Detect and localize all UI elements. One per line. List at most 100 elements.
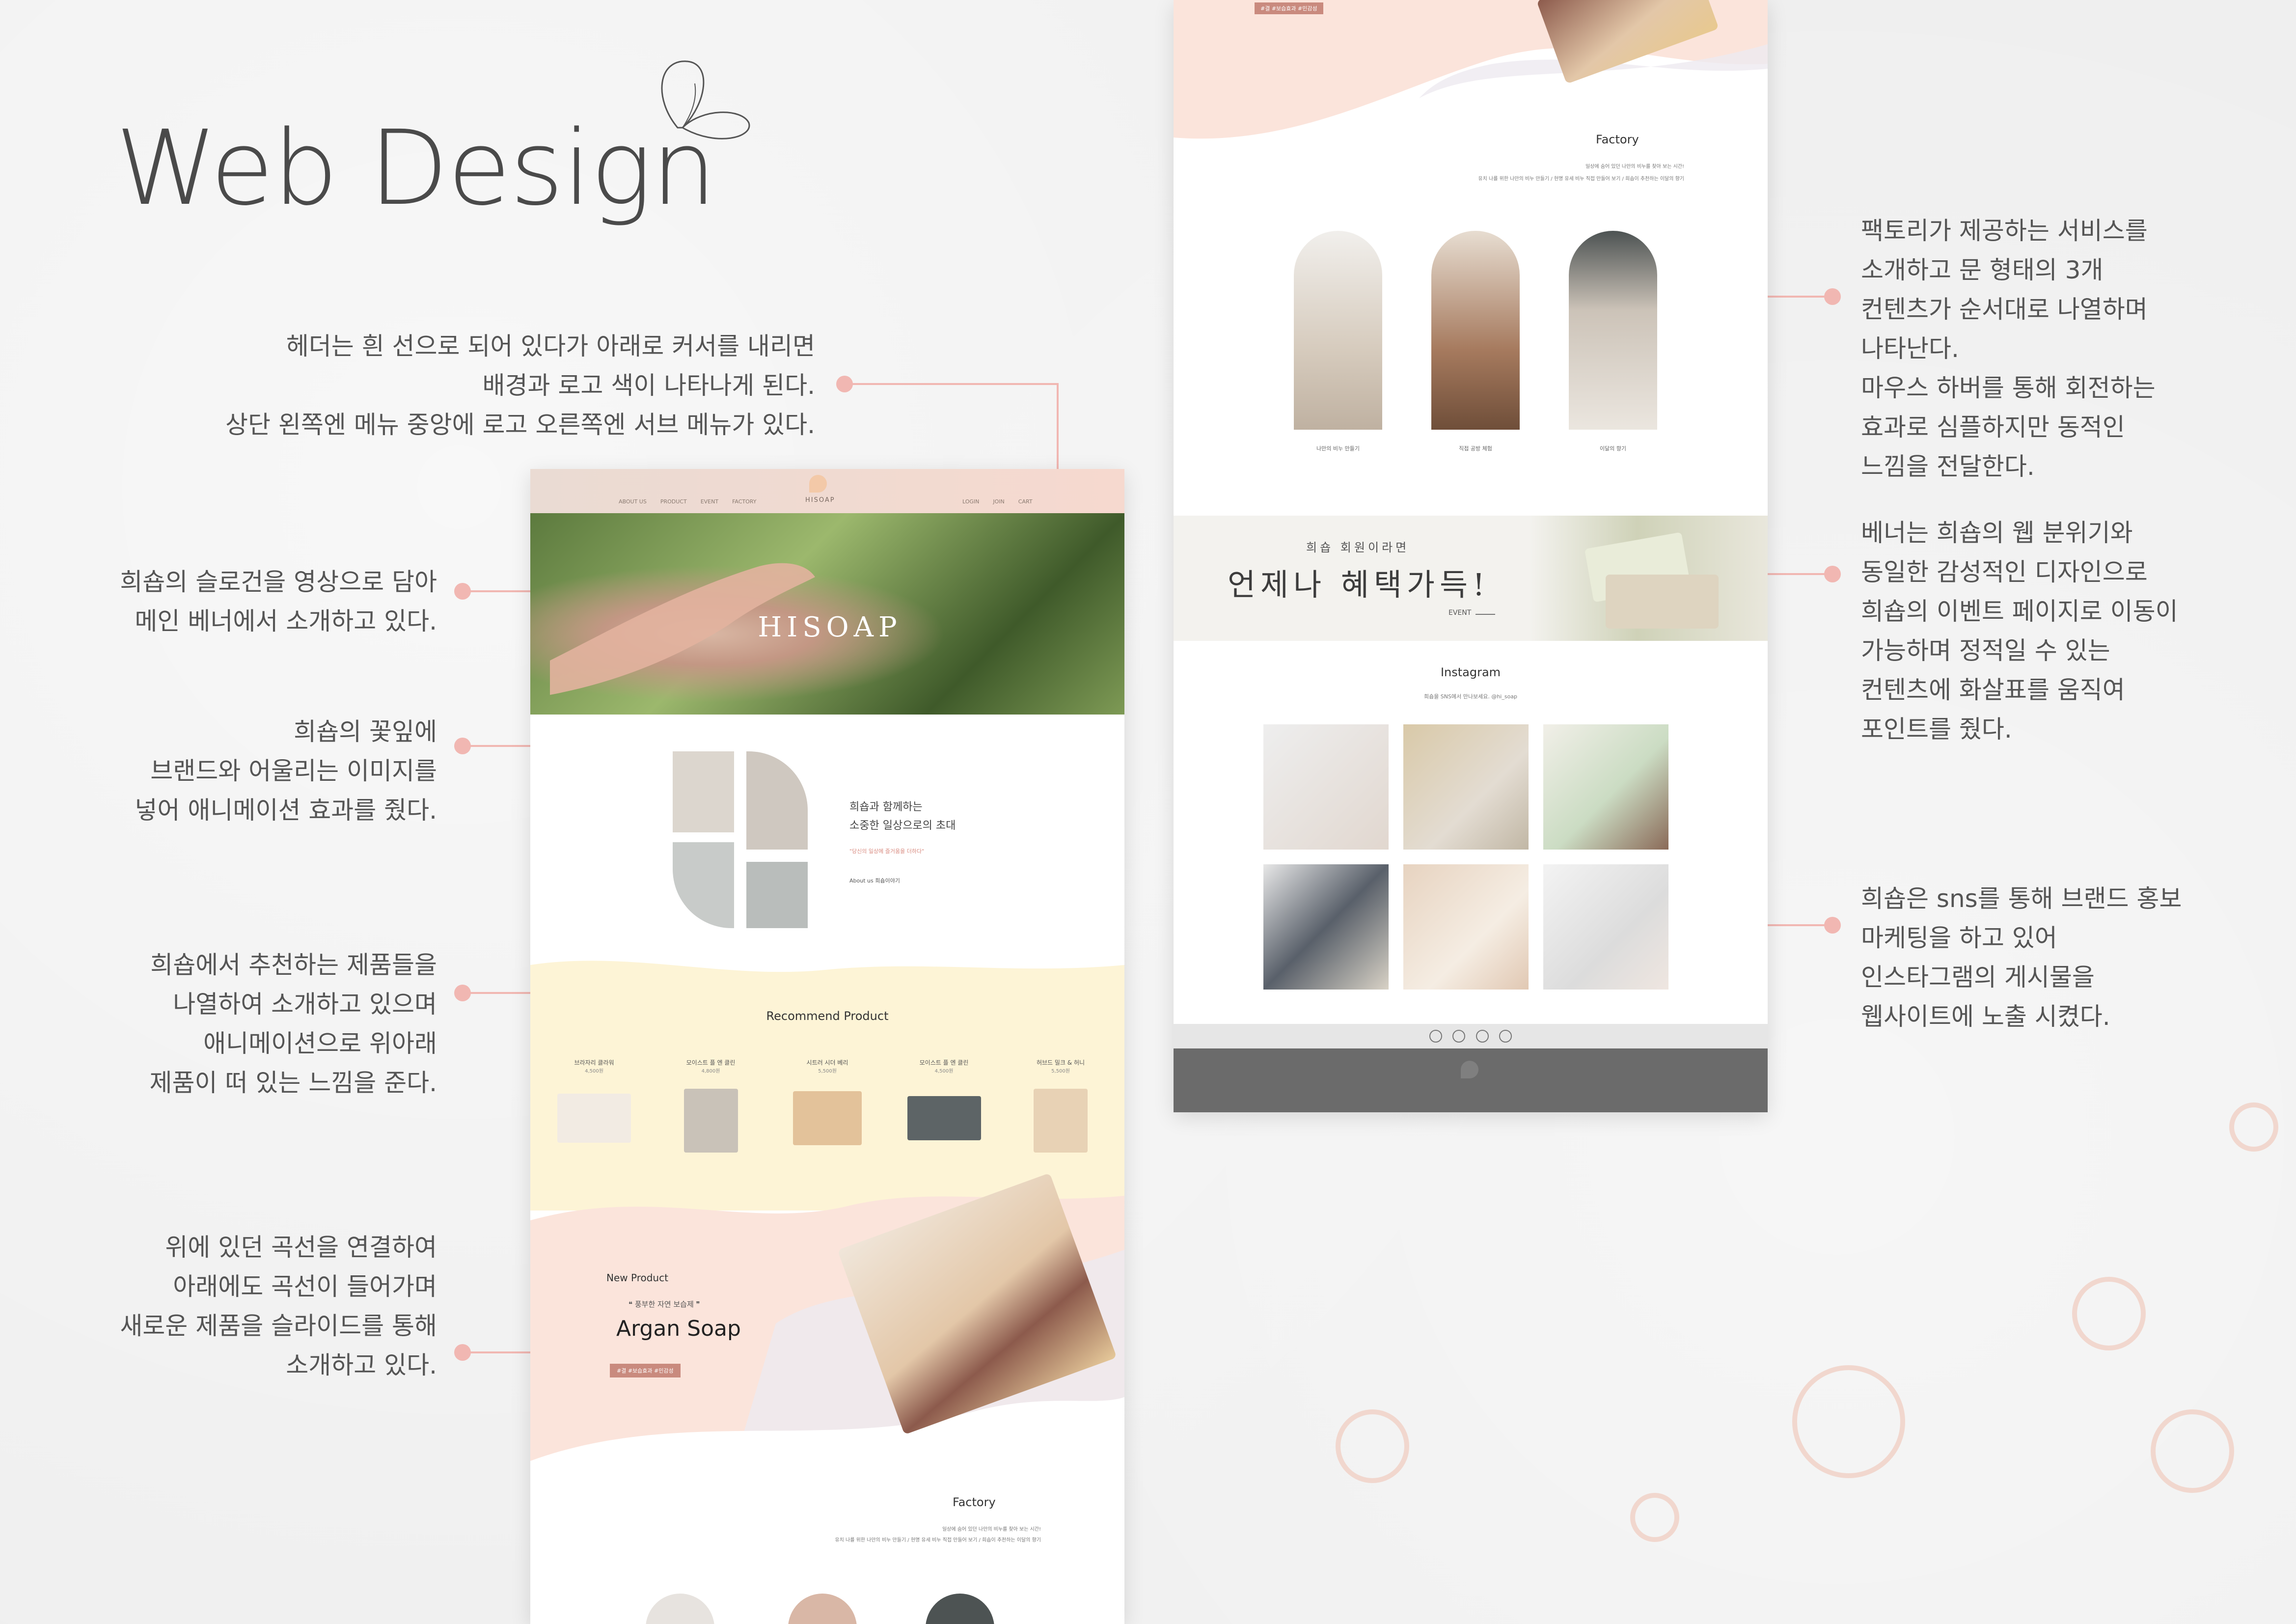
note-factory: 팩토리가 제공하는 서비스를 소개하고 문 형태의 3개 컨텐츠가 순서대로 나… xyxy=(1861,217,2156,481)
instagram-sub: 희숍을 SNS에서 만나보세요. @hi_soap xyxy=(1423,693,1518,700)
site-mockup-main: ABOUT US PRODUCT EVENT FACTORY HISOAP LO… xyxy=(530,469,1124,1624)
event-small-text: 희숍 회원이라면 xyxy=(1306,541,1410,554)
site-mockup-continued: #결 #보습효과 #민감성 Factory 일상에 숨어 있던 나만의 비누를 … xyxy=(1174,0,1768,1112)
note-event: 베너는 희숍의 웹 분위기와 동일한 감성적인 디자인으로 희숍의 이벤트 페이… xyxy=(1861,519,2178,743)
product-price: 5,500원 xyxy=(818,1069,837,1074)
instagram-post[interactable] xyxy=(1263,864,1389,990)
site-logo[interactable]: HISOAP xyxy=(805,496,835,504)
bubble-decoration xyxy=(2151,1409,2234,1493)
logo-icon[interactable] xyxy=(809,475,827,493)
product-price: 5,500원 xyxy=(1051,1069,1070,1074)
new-product-sub: ❝ 풍부한 자연 보습제 ❞ xyxy=(629,1300,700,1309)
product-name: 브라자리 클라워 xyxy=(574,1059,614,1066)
nav-about[interactable]: ABOUT US xyxy=(619,498,647,505)
product-image xyxy=(1034,1089,1088,1153)
factory-title: Factory xyxy=(1596,133,1639,146)
product-image xyxy=(907,1096,981,1140)
factory-arch-2 xyxy=(788,1594,857,1624)
facebook-icon[interactable] xyxy=(1499,1030,1512,1043)
sub-nav: LOGIN JOIN CART xyxy=(962,498,1033,505)
instagram-post[interactable] xyxy=(1403,724,1529,850)
factory-arch-2[interactable] xyxy=(1431,231,1520,430)
nav-login[interactable]: LOGIN xyxy=(962,498,979,505)
intro-link[interactable]: About us 희숍이야기 xyxy=(849,877,900,884)
nav-factory[interactable]: FACTORY xyxy=(732,498,756,505)
footer-logo-icon xyxy=(1461,1061,1478,1078)
blog-icon[interactable] xyxy=(1476,1030,1489,1043)
factory-arch-3 xyxy=(926,1594,994,1624)
factory-item-1[interactable]: 나만의 비누 만들기 xyxy=(1294,444,1382,452)
bubble-decoration xyxy=(2072,1277,2146,1350)
product-name: 모이스트 플 엔 클린 xyxy=(919,1059,969,1066)
site-header: ABOUT US PRODUCT EVENT FACTORY HISOAP LO… xyxy=(530,469,1124,513)
main-nav: ABOUT US PRODUCT EVENT FACTORY xyxy=(619,498,756,505)
factory-arch-3[interactable] xyxy=(1569,231,1657,430)
youtube-icon[interactable] xyxy=(1452,1030,1466,1043)
product-image xyxy=(683,1089,738,1153)
note-header: 헤더는 흰 선으로 되어 있다가 아래로 커서를 내리면 배경과 로고 색이 나… xyxy=(225,332,815,439)
soap-stack-image xyxy=(1606,575,1719,629)
product-card[interactable]: 모이스트 플 엔 클린 4,500원 xyxy=(900,1058,988,1153)
product-name: 시트러 시더 베리 xyxy=(806,1059,848,1066)
factory-desc-2: 유치 나를 위한 나만의 비누 만들기 / 현명 유세 비누 직접 만들어 보기… xyxy=(835,1538,1041,1543)
hero-title: HISOAP xyxy=(758,611,902,643)
product-image xyxy=(557,1094,631,1143)
instagram-post[interactable] xyxy=(1543,724,1668,850)
product-name: 모이스트 플 엔 클린 xyxy=(686,1059,736,1066)
petal-image-2 xyxy=(746,751,808,850)
page-title: Web Design xyxy=(115,108,716,228)
event-banner[interactable]: 희숍 회원이라면 언제나 혜택가득! EVENT xyxy=(1174,516,1768,641)
nav-product[interactable]: PRODUCT xyxy=(660,498,687,505)
note-banner: 희숍의 슬로건을 영상으로 담아 메인 베너에서 소개하고 있다. xyxy=(120,568,437,635)
bubble-decoration xyxy=(1336,1409,1409,1483)
note-sns: 희숍은 sns를 통해 브랜드 홍보 마케팅을 하고 있어 인스타그램의 게시물… xyxy=(1861,884,2182,1031)
nav-cart[interactable]: CART xyxy=(1018,498,1033,505)
petal-image-1 xyxy=(673,751,734,832)
recommend-title: Recommend Product xyxy=(766,1009,889,1023)
instagram-title: Instagram xyxy=(1440,665,1501,679)
social-bar xyxy=(1174,1024,1768,1048)
product-price: 4,500원 xyxy=(585,1069,603,1074)
arrow-right-icon xyxy=(1476,614,1495,615)
petal-image-4 xyxy=(746,862,808,928)
bubble-decoration xyxy=(1792,1365,1905,1478)
product-card[interactable]: 브라자리 클라워 4,500원 xyxy=(550,1058,638,1153)
intro-copy: 희숍과 함께하는 소중한 일상으로의 초대 xyxy=(849,798,956,835)
product-card[interactable]: 모이스트 플 엔 클린 4,800원 xyxy=(667,1058,755,1153)
petal-image-3 xyxy=(673,842,734,928)
nav-event[interactable]: EVENT xyxy=(701,498,718,505)
hero-banner: HISOAP xyxy=(530,513,1124,715)
product-price: 4,800원 xyxy=(701,1069,720,1074)
intro-quote: "당신의 일상에 즐거움을 더하다" xyxy=(849,848,925,854)
instagram-icon[interactable] xyxy=(1429,1030,1443,1043)
factory-desc-1: 일상에 숨어 있던 나만의 비누를 찾아 보는 시간! xyxy=(942,1527,1041,1532)
intro-line-1: 희숍과 함께하는 xyxy=(849,801,923,813)
factory-arch-1[interactable] xyxy=(1294,231,1382,430)
new-product-label: New Product xyxy=(606,1272,668,1284)
factory-desc-2: 유치 나를 위한 나만의 비누 만들기 / 현명 유세 비누 직접 만들어 보기… xyxy=(1478,176,1684,182)
instagram-grid xyxy=(1263,724,1678,990)
note-header-line xyxy=(845,383,1058,385)
butterfly-logo-icon xyxy=(661,60,750,139)
new-product-tags[interactable]: #결 #보습효과 #민감성 xyxy=(1255,2,1323,14)
product-image xyxy=(793,1091,862,1145)
recommend-list: 브라자리 클라워 4,500원 모이스트 플 엔 클린 4,800원 시트러 시… xyxy=(550,1058,1105,1153)
note-newproduct: 위에 있던 곡선을 연결하여 아래에도 곡선이 들어가며 새로운 제품을 슬라이… xyxy=(120,1233,437,1379)
factory-arch-1 xyxy=(646,1594,714,1624)
factory-item-3[interactable]: 이달의 향기 xyxy=(1569,444,1657,452)
product-card[interactable]: 시트러 시더 베리 5,500원 xyxy=(783,1058,872,1153)
instagram-post[interactable] xyxy=(1263,724,1389,850)
new-product-tags[interactable]: #결 #보습효과 #민감성 xyxy=(610,1364,681,1377)
factory-item-2[interactable]: 직접 공방 체험 xyxy=(1431,444,1520,452)
note-recommend: 희숍에서 추천하는 제품들을 나열하여 소개하고 있으며 애니메이션으로 위아래… xyxy=(149,951,437,1097)
instagram-post[interactable] xyxy=(1543,864,1668,990)
product-price: 4,500원 xyxy=(934,1069,954,1074)
instagram-post[interactable] xyxy=(1403,864,1529,990)
site-footer xyxy=(1174,1048,1768,1112)
event-link[interactable]: EVENT xyxy=(1449,609,1471,617)
event-big-text: 언제나 혜택가득! xyxy=(1228,567,1490,603)
product-name: 허브드 밀크 & 허니 xyxy=(1036,1059,1085,1066)
product-card[interactable]: 허브드 밀크 & 허니 5,500원 xyxy=(1016,1058,1105,1153)
nav-join[interactable]: JOIN xyxy=(993,498,1004,505)
factory-title: Factory xyxy=(953,1495,996,1509)
